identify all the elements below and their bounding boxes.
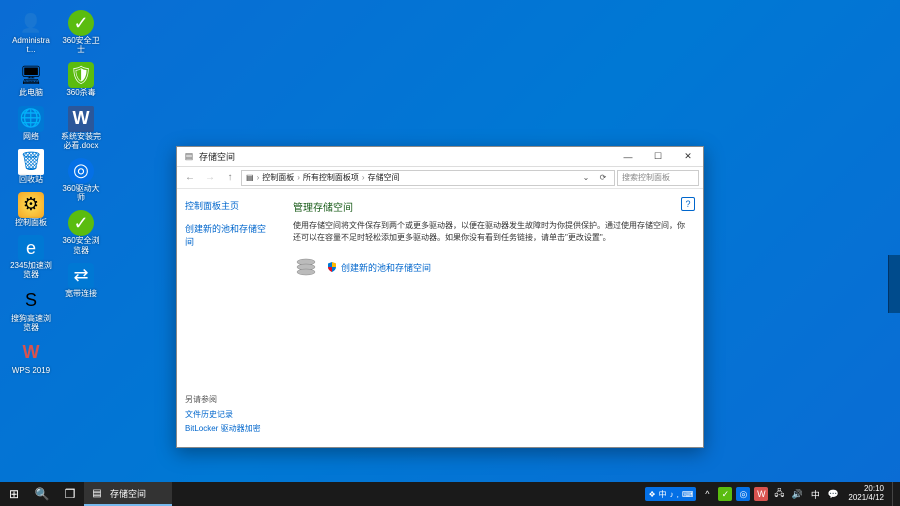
address-dropdown[interactable]: ⌄ <box>579 173 593 182</box>
tray-volume-icon[interactable]: 🔊 <box>790 487 804 501</box>
2345-icon-glyph: e <box>18 235 44 261</box>
wps-icon[interactable]: WWPS 2019 <box>8 338 54 377</box>
system-tray: ❖ 中 ♪,⌨ ^ ✓ ◎ W 🖧 🔊 中 💬 20:10 2021/4/12 <box>645 482 900 506</box>
recycle-icon-label: 回收站 <box>19 175 43 184</box>
2345-icon-label: 2345加速浏览器 <box>10 261 52 279</box>
file-history-link[interactable]: 文件历史记录 <box>185 409 271 420</box>
back-button[interactable]: ← <box>181 169 199 187</box>
cpanel-icon[interactable]: ⚙控制面板 <box>8 190 54 229</box>
360drv-icon-glyph: ◎ <box>68 158 94 184</box>
feedback-tab[interactable] <box>888 255 900 313</box>
admin-icon[interactable]: 👤Administrat... <box>8 8 54 56</box>
360safe-icon-label: 360安全卫士 <box>60 36 102 54</box>
titlebar[interactable]: ▤ 存储空间 — ☐ ✕ <box>177 147 703 167</box>
network-icon[interactable]: 🌐网络 <box>8 104 54 143</box>
window-icon: ▤ <box>183 151 195 163</box>
breadcrumb-icon: ▤ <box>246 173 254 182</box>
360antivirus-icon-glyph: 🛡 <box>68 62 94 88</box>
sogou-icon-glyph: S <box>18 288 44 314</box>
close-button[interactable]: ✕ <box>673 147 703 166</box>
breadcrumb-3[interactable]: 存储空间 <box>368 172 400 183</box>
tray-360safe-icon[interactable]: ✓ <box>718 487 732 501</box>
ime-indicator[interactable]: ❖ 中 ♪,⌨ <box>645 487 696 501</box>
taskbar-clock[interactable]: 20:10 2021/4/12 <box>844 485 888 503</box>
window-title: 存储空间 <box>199 150 235 163</box>
360antivirus-icon-label: 360杀毒 <box>66 88 95 97</box>
taskbar: ⊞ 🔍 ❒ ▤ 存储空间 ❖ 中 ♪,⌨ ^ ✓ ◎ W 🖧 🔊 中 💬 20:… <box>0 482 900 506</box>
breadcrumb-2[interactable]: 所有控制面板项 <box>303 172 359 183</box>
taskbar-item-storage[interactable]: ▤ 存储空间 <box>84 482 172 506</box>
minimize-button[interactable]: — <box>613 147 643 166</box>
tray-360drv-icon[interactable]: ◎ <box>736 487 750 501</box>
uac-shield-icon <box>327 262 337 272</box>
network-icon-label: 网络 <box>23 132 39 141</box>
breadcrumb-1[interactable]: 控制面板 <box>262 172 294 183</box>
bitlocker-link[interactable]: BitLocker 驱动器加密 <box>185 423 271 434</box>
help-icon[interactable]: ? <box>681 197 695 211</box>
taskbar-item-label: 存储空间 <box>110 487 146 500</box>
see-also-label: 另请参阅 <box>185 394 271 405</box>
refresh-button[interactable]: ⟳ <box>596 173 610 182</box>
main-description: 使用存储空间将文件保存到两个或更多驱动器，以便在驱动器发生故障时为你提供保护。通… <box>293 220 689 244</box>
forward-button[interactable]: → <box>201 169 219 187</box>
network-icon-glyph: 🌐 <box>18 106 44 132</box>
wps-icon-glyph: W <box>18 340 44 366</box>
tray-network-icon[interactable]: 🖧 <box>772 487 786 501</box>
disk-stack-icon <box>293 254 319 280</box>
cpanel-icon-glyph: ⚙ <box>18 192 44 218</box>
maximize-button[interactable]: ☐ <box>643 147 673 166</box>
main-content: ? 管理存储空间 使用存储空间将文件保存到两个或更多驱动器，以便在驱动器发生故障… <box>279 189 703 447</box>
cpanel-icon-label: 控制面板 <box>15 218 47 227</box>
storage-spaces-window: ▤ 存储空间 — ☐ ✕ ← → ↑ ▤ › 控制面板 › 所有控制面板项 › … <box>176 146 704 448</box>
up-button[interactable]: ↑ <box>221 169 239 187</box>
bband-icon-glyph: ⇄ <box>68 263 94 289</box>
sogou-icon[interactable]: S搜狗高速浏览器 <box>8 286 54 334</box>
address-bar[interactable]: ▤ › 控制面板 › 所有控制面板项 › 存储空间 ⌄ ⟳ <box>241 170 615 186</box>
create-pool-link-sidebar[interactable]: 创建新的池和存储空间 <box>185 222 271 248</box>
thispc-icon[interactable]: 🖥此电脑 <box>8 60 54 99</box>
360antivirus-icon[interactable]: 🛡360杀毒 <box>58 60 104 99</box>
360safe-icon[interactable]: ✓360安全卫士 <box>58 8 104 56</box>
taskbar-item-icon: ▤ <box>90 486 104 500</box>
show-desktop-button[interactable] <box>892 482 896 506</box>
tray-wps-icon[interactable]: W <box>754 487 768 501</box>
control-panel-home-link[interactable]: 控制面板主页 <box>185 199 271 212</box>
create-pool-link[interactable]: 创建新的池和存储空间 <box>327 261 431 274</box>
360safe-icon-glyph: ✓ <box>68 10 94 36</box>
recycle-icon[interactable]: 🗑回收站 <box>8 147 54 186</box>
thispc-icon-label: 此电脑 <box>19 88 43 97</box>
360drv-icon[interactable]: ◎360驱动大师 <box>58 156 104 204</box>
search-input[interactable]: 搜索控制面板 <box>617 170 699 186</box>
search-button[interactable]: 🔍 <box>28 482 56 506</box>
360browser-icon-glyph: ✓ <box>68 210 94 236</box>
installer-doc-icon[interactable]: W系统安装完必看.docx <box>58 104 104 152</box>
desktop: 👤Administrat... 🖥此电脑 🌐网络 🗑回收站 ⚙控制面板 e2345加速浏览… <box>8 8 104 377</box>
start-button[interactable]: ⊞ <box>0 482 28 506</box>
bband-icon[interactable]: ⇄宽带连接 <box>58 261 104 300</box>
wps-icon-label: WPS 2019 <box>12 366 50 375</box>
360browser-icon[interactable]: ✓360安全浏览器 <box>58 208 104 256</box>
360drv-icon-label: 360驱动大师 <box>60 184 102 202</box>
navbar: ← → ↑ ▤ › 控制面板 › 所有控制面板项 › 存储空间 ⌄ ⟳ 搜索控制… <box>177 167 703 189</box>
installer-doc-icon-glyph: W <box>68 106 94 132</box>
main-heading: 管理存储空间 <box>293 199 689 214</box>
sidebar: 控制面板主页 创建新的池和存储空间 另请参阅 文件历史记录 BitLocker … <box>177 189 279 447</box>
admin-icon-glyph: 👤 <box>18 10 44 36</box>
installer-doc-icon-label: 系统安装完必看.docx <box>60 132 102 150</box>
thispc-icon-glyph: 🖥 <box>18 62 44 88</box>
recycle-icon-glyph: 🗑 <box>18 149 44 175</box>
360browser-icon-label: 360安全浏览器 <box>60 236 102 254</box>
sogou-icon-label: 搜狗高速浏览器 <box>10 314 52 332</box>
tray-action-center-icon[interactable]: 💬 <box>826 487 840 501</box>
2345-icon[interactable]: e2345加速浏览器 <box>8 233 54 281</box>
bband-icon-label: 宽带连接 <box>65 289 97 298</box>
tray-ime-zh-icon[interactable]: 中 <box>808 487 822 501</box>
admin-icon-label: Administrat... <box>10 36 52 54</box>
taskview-button[interactable]: ❒ <box>56 482 84 506</box>
tray-chevron[interactable]: ^ <box>700 487 714 501</box>
